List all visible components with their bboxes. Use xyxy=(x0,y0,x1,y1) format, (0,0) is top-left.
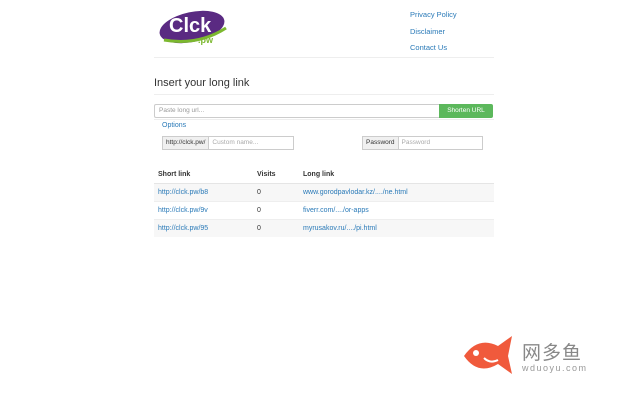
short-link[interactable]: http://clck.pw/b8 xyxy=(158,189,208,196)
header-long-link: Long link xyxy=(299,166,494,184)
page-title: Insert your long link xyxy=(154,77,250,89)
svg-text:Clck: Clck xyxy=(169,15,212,37)
long-link-cell: myrusakov.ru/..../pi.html xyxy=(299,219,494,237)
custom-name-input[interactable]: Custom name... xyxy=(209,136,295,150)
nav-contact-us[interactable]: Contact Us xyxy=(410,40,457,57)
title-divider xyxy=(154,94,494,95)
links-table: Short link Visits Long link http://clck.… xyxy=(154,166,494,237)
short-link-cell: http://clck.pw/b8 xyxy=(154,183,253,202)
page: Clck .pw Privacy Policy Disclaimer Conta… xyxy=(0,0,640,400)
options-toggle[interactable]: Options xyxy=(162,122,186,129)
svg-text:.pw: .pw xyxy=(198,35,214,45)
short-link[interactable]: http://clck.pw/95 xyxy=(158,225,208,232)
short-link-cell: http://clck.pw/95 xyxy=(154,219,253,237)
header-short-link: Short link xyxy=(154,166,253,184)
long-link-cell: fiverr.com/..../or-apps xyxy=(299,201,494,220)
options-divider xyxy=(154,119,494,120)
clck-logo[interactable]: Clck .pw xyxy=(158,6,230,46)
long-link-cell: www.gorodpavlodar.kz/..../ne.html xyxy=(299,183,494,202)
nav-disclaimer[interactable]: Disclaimer xyxy=(410,24,457,41)
visits-cell: 0 xyxy=(253,183,299,202)
visits-cell: 0 xyxy=(253,201,299,220)
custom-name-group: http://clck.pw/ Custom name... xyxy=(162,136,295,150)
top-nav: Privacy Policy Disclaimer Contact Us xyxy=(410,7,457,57)
visits-cell: 0 xyxy=(253,219,299,237)
table-row: http://clck.pw/95 0 myrusakov.ru/..../pi… xyxy=(154,219,494,237)
long-url-input[interactable]: Paste long url... xyxy=(154,104,439,118)
long-link[interactable]: fiverr.com/..../or-apps xyxy=(303,207,369,214)
custom-prefix-label: http://clck.pw/ xyxy=(162,136,210,150)
table-row: http://clck.pw/9v 0 fiverr.com/..../or-a… xyxy=(154,201,494,220)
table-header-row: Short link Visits Long link xyxy=(154,166,494,184)
fish-icon xyxy=(464,336,512,374)
watermark-url: wduoyu.com xyxy=(522,363,588,373)
short-link-cell: http://clck.pw/9v xyxy=(154,201,253,220)
header-visits: Visits xyxy=(253,166,299,184)
table-row: http://clck.pw/b8 0 www.gorodpavlodar.kz… xyxy=(154,183,494,202)
long-link[interactable]: myrusakov.ru/..../pi.html xyxy=(303,225,377,232)
watermark-text: 网多鱼 xyxy=(522,342,583,364)
password-group: Password Password xyxy=(362,136,483,150)
nav-privacy-policy[interactable]: Privacy Policy xyxy=(410,7,457,24)
password-label: Password xyxy=(362,136,399,150)
password-input[interactable]: Password xyxy=(398,136,483,150)
short-link[interactable]: http://clck.pw/9v xyxy=(158,207,208,214)
long-link[interactable]: www.gorodpavlodar.kz/..../ne.html xyxy=(303,189,408,196)
header-divider xyxy=(154,57,494,58)
logo-graphic: Clck .pw xyxy=(159,10,227,45)
url-form: Paste long url... Shorten URL xyxy=(154,104,493,118)
shorten-url-button[interactable]: Shorten URL xyxy=(439,104,493,118)
